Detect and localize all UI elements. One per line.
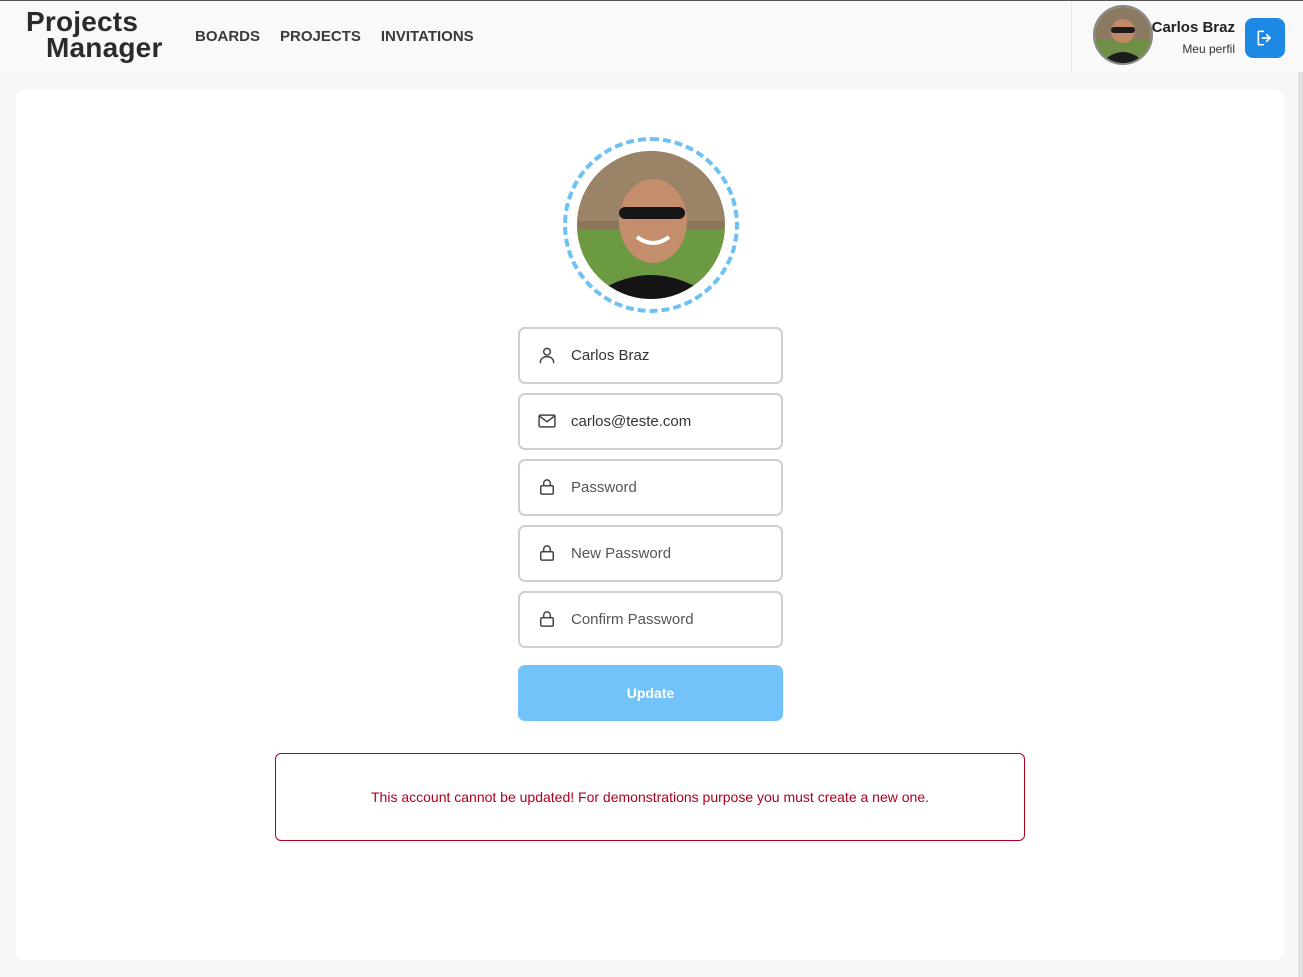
logout-button[interactable]: [1245, 18, 1285, 58]
name-input[interactable]: [571, 329, 771, 382]
app-logo[interactable]: Projects Manager: [26, 8, 163, 63]
avatar[interactable]: [1093, 5, 1153, 65]
nav-boards[interactable]: BOARDS: [195, 28, 260, 45]
lock-icon: [540, 611, 554, 627]
top-header: Projects Manager BOARDS PROJECTS INVITAT…: [0, 1, 1303, 73]
user-name: Carlos Braz: [1151, 19, 1235, 36]
update-button[interactable]: Update: [518, 665, 783, 721]
confirm-password-input[interactable]: [571, 593, 771, 646]
password-input[interactable]: [571, 461, 771, 514]
name-field: [518, 327, 783, 384]
lock-icon: [540, 479, 554, 495]
my-profile-link[interactable]: Meu perfil: [1182, 42, 1235, 56]
user-menu: Carlos Braz Meu perfil: [1071, 2, 1303, 72]
nav-projects[interactable]: PROJECTS: [280, 28, 361, 45]
email-input[interactable]: [571, 395, 771, 448]
new-password-input[interactable]: [571, 527, 771, 580]
profile-avatar-upload[interactable]: [563, 137, 739, 313]
error-message: This account cannot be updated! For demo…: [371, 789, 929, 805]
password-field: [518, 459, 783, 516]
lock-icon: [540, 545, 554, 561]
page-scrollbar[interactable]: [1298, 72, 1303, 977]
user-icon: [539, 347, 555, 364]
confirm-password-field: [518, 591, 783, 648]
main-nav: BOARDS PROJECTS INVITATIONS: [195, 28, 474, 45]
email-field: [518, 393, 783, 450]
logo-line-2: Manager: [46, 32, 163, 63]
profile-avatar: [577, 151, 725, 299]
logout-icon: [1257, 30, 1271, 46]
mail-icon: [538, 414, 556, 428]
error-alert: This account cannot be updated! For demo…: [275, 753, 1025, 841]
new-password-field: [518, 525, 783, 582]
nav-invitations[interactable]: INVITATIONS: [381, 28, 474, 45]
